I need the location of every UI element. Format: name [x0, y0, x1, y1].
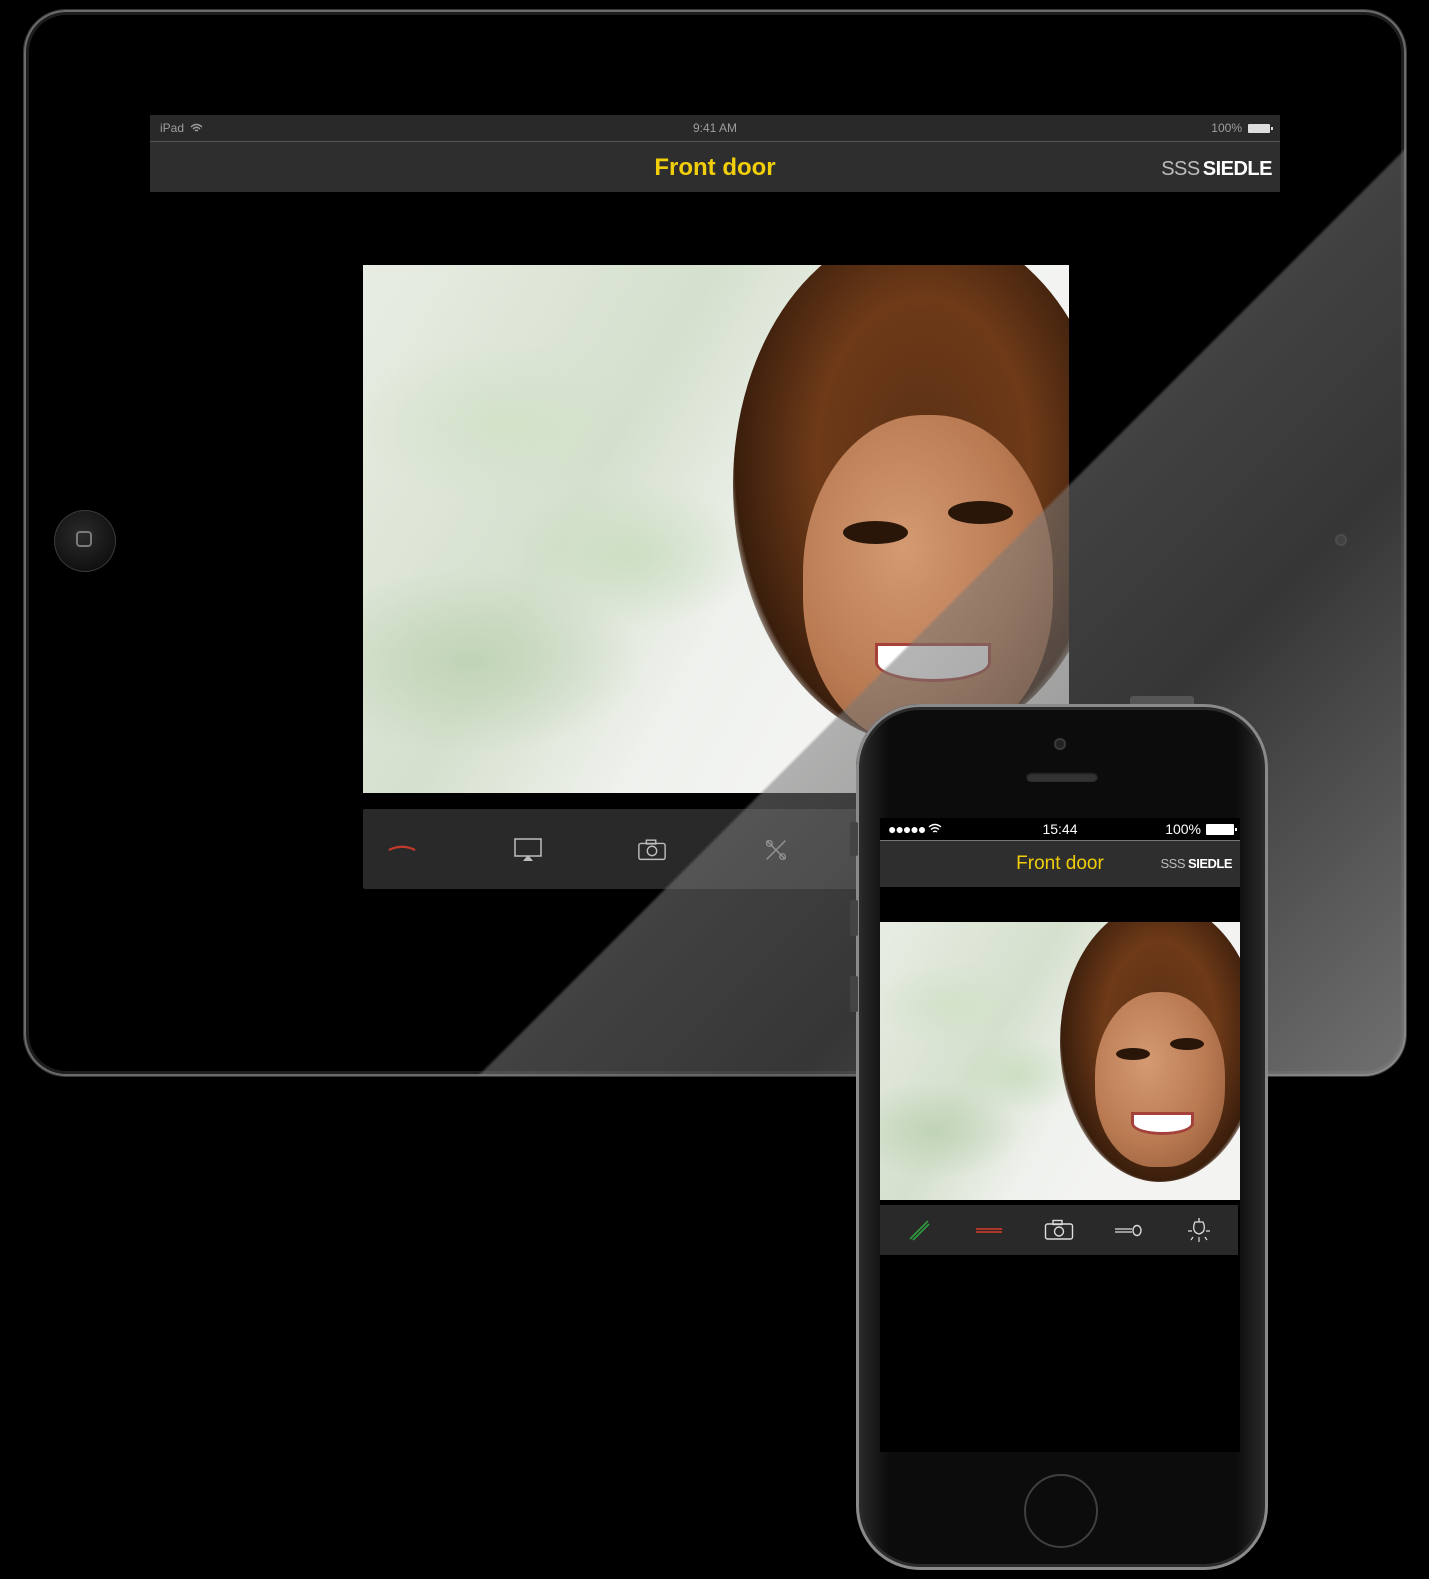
snapshot-button[interactable] [1044, 1217, 1074, 1243]
power-button[interactable] [1130, 696, 1194, 704]
ipad-front-camera [1335, 534, 1347, 546]
iphone-status-bar: ●●●●● 15:44 100% [880, 818, 1240, 841]
mute-switch[interactable] [850, 822, 858, 856]
visitor-face [803, 415, 1053, 745]
hangup-button[interactable] [974, 1217, 1004, 1243]
airplay-button[interactable] [513, 835, 543, 865]
ipad-nav-bar: Front door SSS SIEDLE [150, 141, 1280, 192]
battery-percent: 100% [1211, 121, 1242, 135]
airplay-icon [514, 838, 542, 861]
snapshot-button[interactable] [637, 835, 667, 865]
video-feed [880, 922, 1240, 1200]
ipad-clock: 9:41 AM [692, 121, 738, 135]
iphone-screen: ●●●●● 15:44 100% Front door SSS SIEDLE [880, 818, 1240, 1452]
door-key-button[interactable] [1114, 1217, 1144, 1243]
iphone-front-camera [1054, 738, 1066, 750]
battery-icon [1248, 123, 1273, 133]
iphone-nav-bar: Front door SSS SIEDLE [880, 841, 1240, 887]
iphone-home-button[interactable] [1024, 1474, 1098, 1548]
page-title: Front door [654, 154, 776, 181]
mute-icon [765, 839, 787, 861]
hangup-icon [976, 1228, 1002, 1233]
camera-icon [1044, 1219, 1074, 1240]
home-square-icon [76, 531, 92, 547]
volume-down-button[interactable] [850, 976, 858, 1012]
iphone-device: ●●●●● 15:44 100% Front door SSS SIEDLE [850, 696, 1268, 1570]
camera-icon [638, 839, 666, 861]
ipad-status-bar: iPad 9:41 AM 100% [150, 115, 1280, 141]
key-icon [1115, 1224, 1142, 1237]
lightbulb-icon [1188, 1218, 1210, 1242]
light-button[interactable] [1184, 1217, 1214, 1243]
mute-button[interactable] [761, 835, 791, 865]
siedle-logo: SSS SIEDLE [1161, 158, 1272, 180]
iphone-speaker [1026, 772, 1098, 782]
hangup-icon [388, 845, 416, 852]
ipad-home-button[interactable] [54, 510, 116, 572]
accept-call-button[interactable] [904, 1217, 934, 1243]
volume-up-button[interactable] [850, 900, 858, 936]
siedle-logo: SSS SIEDLE [1160, 856, 1233, 871]
battery-percent: 100% [1165, 821, 1201, 837]
hangup-button[interactable] [387, 835, 417, 865]
visitor-face [1095, 992, 1225, 1167]
battery-icon [1206, 823, 1237, 835]
iphone-call-controls [880, 1205, 1238, 1255]
accept-call-icon [909, 1220, 930, 1241]
